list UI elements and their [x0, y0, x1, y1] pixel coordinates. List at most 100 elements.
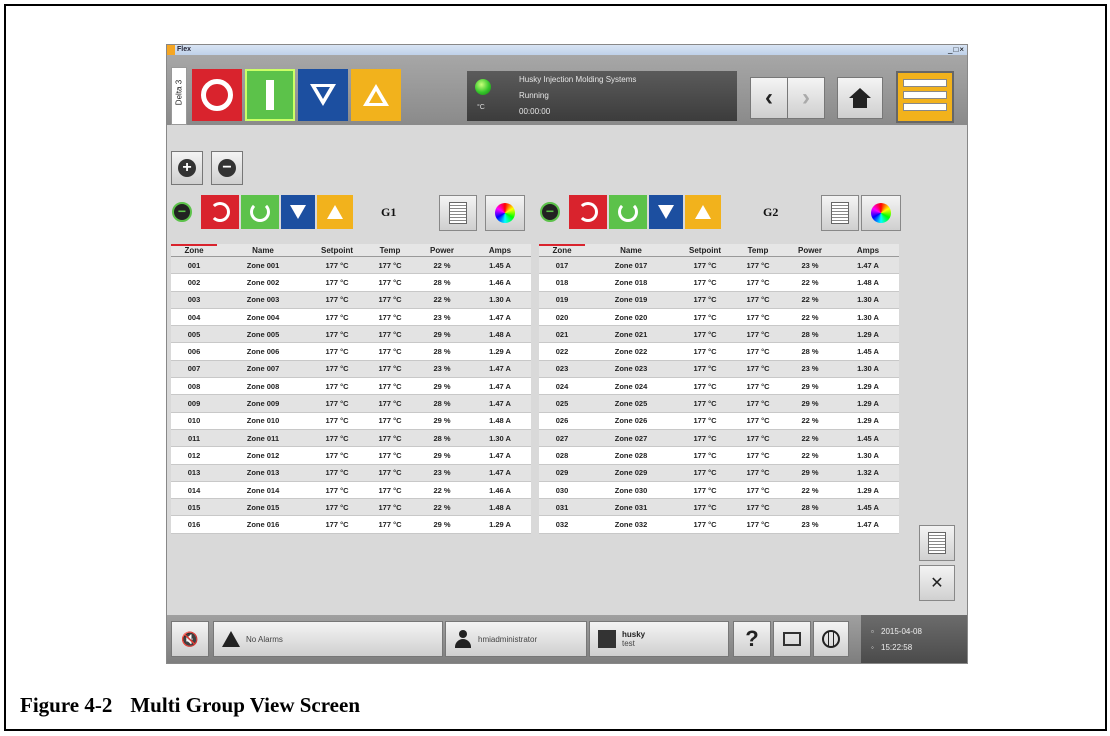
minus-icon: − — [172, 202, 192, 222]
add-group-button[interactable]: + — [171, 151, 203, 185]
column-header[interactable]: Temp — [365, 244, 415, 257]
zone-row[interactable]: 029 Zone 029 177 °C 177 °C 29 % 1.32 A — [539, 464, 899, 482]
select-all-zones-button[interactable] — [919, 525, 955, 561]
stop-icon — [201, 79, 233, 111]
zone-cell: 177 °C — [365, 412, 415, 430]
boost-button[interactable] — [351, 69, 401, 121]
zone-cell: 177 °C — [677, 394, 733, 413]
zone-cell: 177 °C — [677, 377, 733, 396]
clear-selection-button[interactable]: ✕ — [919, 565, 955, 601]
group2-run-button[interactable] — [609, 195, 647, 229]
user-button[interactable]: hmiadministrator — [445, 621, 587, 657]
group1-collapse-button[interactable]: − — [171, 195, 193, 229]
project-button[interactable]: husky test — [589, 621, 729, 657]
column-header[interactable]: Name — [585, 244, 677, 257]
zone-row[interactable]: 016 Zone 016 177 °C 177 °C 29 % 1.29 A — [171, 515, 531, 534]
zone-row[interactable]: 028 Zone 028 177 °C 177 °C 22 % 1.30 A — [539, 446, 899, 465]
screenshot-button[interactable] — [773, 621, 811, 657]
group2-boost-button[interactable] — [685, 195, 721, 229]
zone-cell: Zone 022 — [585, 342, 677, 361]
window-controls[interactable]: _□× — [948, 45, 965, 55]
zone-row[interactable]: 015 Zone 015 177 °C 177 °C 22 % 1.48 A — [171, 498, 531, 517]
zone-row[interactable]: 024 Zone 024 177 °C 177 °C 29 % 1.29 A — [539, 377, 899, 396]
zone-row[interactable]: 008 Zone 008 177 °C 177 °C 29 % 1.47 A — [171, 377, 531, 396]
zone-row[interactable]: 032 Zone 032 177 °C 177 °C 23 % 1.47 A — [539, 515, 899, 534]
group2-collapse-button[interactable]: − — [539, 195, 561, 229]
zone-row[interactable]: 022 Zone 022 177 °C 177 °C 28 % 1.45 A — [539, 342, 899, 361]
zone-row[interactable]: 025 Zone 025 177 °C 177 °C 29 % 1.29 A — [539, 394, 899, 413]
zone-row[interactable]: 027 Zone 027 177 °C 177 °C 22 % 1.45 A — [539, 429, 899, 448]
zone-cell: 177 °C — [365, 464, 415, 482]
column-header[interactable]: Name — [217, 244, 309, 257]
zone-row[interactable]: 019 Zone 019 177 °C 177 °C 22 % 1.30 A — [539, 291, 899, 309]
mute-button[interactable]: 🔇 — [171, 621, 209, 657]
run-button[interactable] — [245, 69, 295, 121]
group1-run-button[interactable] — [241, 195, 279, 229]
zone-cell: 008 — [171, 377, 217, 396]
column-header[interactable]: Zone — [539, 244, 585, 257]
zone-row[interactable]: 007 Zone 007 177 °C 177 °C 23 % 1.47 A — [171, 360, 531, 379]
group1-standby-button[interactable] — [281, 195, 315, 229]
home-button[interactable] — [837, 77, 883, 119]
zone-row[interactable]: 017 Zone 017 177 °C 177 °C 23 % 1.47 A — [539, 256, 899, 275]
machine-tab[interactable]: Delta 3 — [171, 67, 187, 125]
zone-cell: 22 % — [415, 256, 469, 275]
warning-icon — [222, 631, 240, 647]
zone-row[interactable]: 020 Zone 020 177 °C 177 °C 22 % 1.30 A — [539, 308, 899, 327]
zone-row[interactable]: 021 Zone 021 177 °C 177 °C 28 % 1.29 A — [539, 325, 899, 344]
zone-row[interactable]: 003 Zone 003 177 °C 177 °C 22 % 1.30 A — [171, 291, 531, 309]
group2-standby-button[interactable] — [649, 195, 683, 229]
group2-color-button[interactable] — [861, 195, 901, 231]
zone-row[interactable]: 030 Zone 030 177 °C 177 °C 22 % 1.29 A — [539, 481, 899, 500]
zone-cell: 177 °C — [365, 308, 415, 327]
zone-cell: Zone 014 — [217, 481, 309, 500]
zone-row[interactable]: 009 Zone 009 177 °C 177 °C 28 % 1.47 A — [171, 394, 531, 413]
zone-row[interactable]: 018 Zone 018 177 °C 177 °C 22 % 1.48 A — [539, 273, 899, 292]
remove-group-button[interactable]: − — [211, 151, 243, 185]
zone-row[interactable]: 013 Zone 013 177 °C 177 °C 23 % 1.47 A — [171, 464, 531, 482]
forward-button[interactable]: › — [787, 77, 825, 119]
chevron-left-icon: ‹ — [765, 84, 773, 111]
app-logo-icon — [167, 45, 175, 55]
zone-row[interactable]: 010 Zone 010 177 °C 177 °C 29 % 1.48 A — [171, 412, 531, 430]
column-header[interactable]: Power — [783, 244, 837, 257]
group1-select-zones-button[interactable] — [439, 195, 477, 231]
alarms-button[interactable]: No Alarms — [213, 621, 443, 657]
column-header[interactable]: Power — [415, 244, 469, 257]
zone-row[interactable]: 012 Zone 012 177 °C 177 °C 29 % 1.47 A — [171, 446, 531, 465]
zone-cell: Zone 019 — [585, 291, 677, 309]
standby-button[interactable] — [298, 69, 348, 121]
group2-select-zones-button[interactable] — [821, 195, 859, 231]
overview-button[interactable] — [896, 71, 954, 123]
zone-cell: 006 — [171, 342, 217, 361]
zone-cell: Zone 023 — [585, 360, 677, 379]
zone-row[interactable]: 004 Zone 004 177 °C 177 °C 23 % 1.47 A — [171, 308, 531, 327]
zone-row[interactable]: 023 Zone 023 177 °C 177 °C 23 % 1.30 A — [539, 360, 899, 379]
zone-cell: 177 °C — [365, 256, 415, 275]
column-header[interactable]: Amps — [469, 244, 531, 257]
column-header[interactable]: Setpoint — [677, 244, 733, 257]
help-button[interactable]: ? — [733, 621, 771, 657]
zone-cell: 1.45 A — [469, 256, 531, 275]
window-title: Flex — [177, 46, 192, 53]
zone-row[interactable]: 011 Zone 011 177 °C 177 °C 28 % 1.30 A — [171, 429, 531, 448]
group1-boost-button[interactable] — [317, 195, 353, 229]
back-button[interactable]: ‹ — [750, 77, 788, 119]
zone-row[interactable]: 006 Zone 006 177 °C 177 °C 28 % 1.29 A — [171, 342, 531, 361]
column-header[interactable]: Amps — [837, 244, 899, 257]
group2-stop-button[interactable] — [569, 195, 607, 229]
column-header[interactable]: Setpoint — [309, 244, 365, 257]
zone-row[interactable]: 002 Zone 002 177 °C 177 °C 28 % 1.46 A — [171, 273, 531, 292]
zone-row[interactable]: 026 Zone 026 177 °C 177 °C 22 % 1.29 A — [539, 412, 899, 430]
group1-color-button[interactable] — [485, 195, 525, 231]
column-header[interactable]: Temp — [733, 244, 783, 257]
zone-row[interactable]: 001 Zone 001 177 °C 177 °C 22 % 1.45 A — [171, 256, 531, 275]
stop-button[interactable] — [192, 69, 242, 121]
zone-row[interactable]: 014 Zone 014 177 °C 177 °C 22 % 1.46 A — [171, 481, 531, 500]
language-button[interactable] — [813, 621, 849, 657]
column-header[interactable]: Zone — [171, 244, 217, 257]
zone-row[interactable]: 005 Zone 005 177 °C 177 °C 29 % 1.48 A — [171, 325, 531, 344]
zone-cell: 177 °C — [309, 291, 365, 309]
group1-stop-button[interactable] — [201, 195, 239, 229]
zone-row[interactable]: 031 Zone 031 177 °C 177 °C 28 % 1.45 A — [539, 498, 899, 517]
